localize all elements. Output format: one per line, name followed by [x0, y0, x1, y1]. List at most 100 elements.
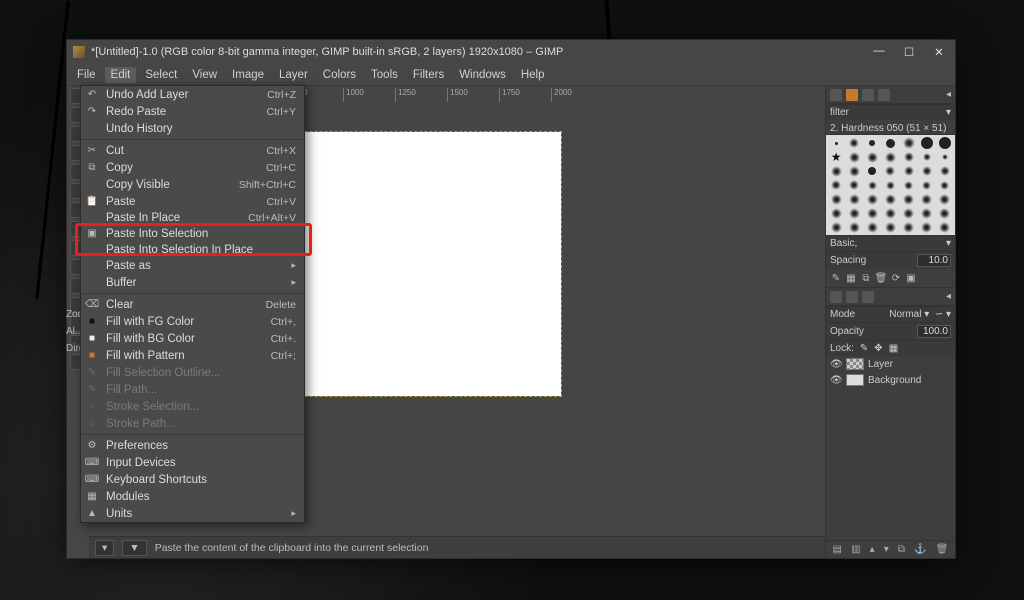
brush-preset[interactable] — [845, 192, 863, 206]
dock-menu-icon[interactable]: ◂ — [946, 291, 951, 302]
layer-group-icon[interactable]: ▥ — [851, 544, 860, 555]
menu-item-fill-with-fg-color[interactable]: ■Fill with FG ColorCtrl+, — [81, 313, 304, 330]
brush-preset[interactable] — [863, 206, 881, 220]
menu-item-paste-into-selection-in-place[interactable]: Paste Into Selection In Place — [81, 242, 304, 257]
brush-preset[interactable] — [936, 192, 954, 206]
brush-preset[interactable] — [845, 206, 863, 220]
new-layer-icon[interactable]: ▤ — [833, 544, 842, 555]
menu-item-cut[interactable]: ✂CutCtrl+X — [81, 142, 304, 159]
brush-preset[interactable] — [918, 178, 936, 192]
menu-item-paste[interactable]: 📋PasteCtrl+V — [81, 193, 304, 210]
brush-preset[interactable] — [881, 220, 899, 234]
menu-item-redo-paste[interactable]: ↷Redo PasteCtrl+Y — [81, 103, 304, 120]
menu-image[interactable]: Image — [226, 67, 270, 83]
brush-preset[interactable] — [827, 220, 845, 234]
menu-file[interactable]: File — [71, 67, 102, 83]
lower-layer-icon[interactable]: ▾ — [884, 544, 889, 555]
brush-preset[interactable] — [936, 136, 954, 150]
brush-preset[interactable] — [918, 150, 936, 164]
brush-preset[interactable] — [845, 150, 863, 164]
brush-grid[interactable]: ★ — [826, 135, 955, 235]
brush-preset[interactable] — [863, 164, 881, 178]
menu-tools[interactable]: Tools — [365, 67, 404, 83]
visibility-icon[interactable]: 👁 — [830, 375, 842, 386]
menu-item-paste-in-place[interactable]: Paste In PlaceCtrl+Alt+V — [81, 210, 304, 225]
delete-layer-icon[interactable]: 🗑 — [936, 544, 949, 555]
anchor-icon[interactable]: ⚓ — [914, 544, 926, 555]
menu-item-fill-with-bg-color[interactable]: ■Fill with BG ColorCtrl+. — [81, 330, 304, 347]
dup-icon[interactable]: ⧉ — [860, 272, 872, 284]
dock-tab[interactable] — [862, 89, 874, 101]
menu-item-undo-history[interactable]: Undo History — [81, 120, 304, 137]
brush-preset[interactable] — [936, 150, 954, 164]
lock-position-icon[interactable]: ✥ — [874, 343, 882, 354]
brush-preset[interactable] — [863, 220, 881, 234]
open-icon[interactable]: ▣ — [905, 272, 917, 284]
lock-pixels-icon[interactable]: ✎ — [860, 343, 868, 354]
maximize-button[interactable]: ☐ — [899, 45, 919, 59]
menu-item-clear[interactable]: ⌫ClearDelete — [81, 296, 304, 313]
brush-preset[interactable] — [881, 178, 899, 192]
menu-colors[interactable]: Colors — [317, 67, 362, 83]
brush-preset[interactable] — [845, 164, 863, 178]
menu-item-keyboard-shortcuts[interactable]: ⌨Keyboard Shortcuts — [81, 471, 304, 488]
mode-value[interactable]: Normal — [889, 309, 921, 320]
dock-tab[interactable] — [830, 291, 842, 303]
filter-row[interactable]: filter ▾ — [826, 104, 955, 120]
dup-layer-icon[interactable]: ⧉ — [898, 544, 905, 555]
layer-row[interactable]: 👁 Layer — [826, 356, 955, 372]
brush-preset[interactable] — [900, 150, 918, 164]
menu-item-undo-add-layer[interactable]: ↶Undo Add LayerCtrl+Z — [81, 86, 304, 103]
brush-preset[interactable] — [845, 220, 863, 234]
preset-selector[interactable]: Basic,▾ — [826, 235, 955, 251]
opacity-input[interactable] — [917, 325, 951, 338]
new-icon[interactable]: ▦ — [845, 272, 857, 284]
menu-select[interactable]: Select — [139, 67, 183, 83]
brush-preset[interactable] — [827, 206, 845, 220]
brush-preset[interactable] — [918, 136, 936, 150]
refresh-icon[interactable]: ⟳ — [890, 272, 902, 284]
dock-tab[interactable] — [862, 291, 874, 303]
brush-preset[interactable] — [827, 178, 845, 192]
brush-preset[interactable] — [863, 178, 881, 192]
brush-preset[interactable] — [845, 178, 863, 192]
menu-layer[interactable]: Layer — [273, 67, 314, 83]
brush-preset[interactable] — [936, 164, 954, 178]
brush-preset[interactable] — [918, 206, 936, 220]
menu-item-fill-with-pattern[interactable]: ■Fill with PatternCtrl+; — [81, 347, 304, 364]
dock-tab[interactable] — [846, 291, 858, 303]
del-icon[interactable]: 🗑 — [875, 272, 887, 284]
brush-preset[interactable] — [881, 164, 899, 178]
menu-item-copy-visible[interactable]: Copy VisibleShift+Ctrl+C — [81, 176, 304, 193]
close-button[interactable]: ✕ — [929, 45, 949, 59]
brush-preset[interactable] — [900, 220, 918, 234]
layer-row[interactable]: 👁 Background — [826, 372, 955, 388]
brush-preset[interactable] — [881, 150, 899, 164]
dock-menu-icon[interactable]: ◂ — [946, 89, 951, 100]
dock-tab[interactable] — [830, 89, 842, 101]
titlebar[interactable]: *[Untitled]-1.0 (RGB color 8-bit gamma i… — [67, 40, 955, 64]
brush-preset[interactable] — [900, 206, 918, 220]
brush-preset[interactable] — [863, 136, 881, 150]
brush-preset[interactable] — [881, 206, 899, 220]
brush-preset[interactable] — [936, 178, 954, 192]
brush-preset[interactable]: ★ — [827, 150, 845, 164]
edit-icon[interactable]: ✎ — [830, 272, 842, 284]
brush-preset[interactable] — [881, 136, 899, 150]
brush-preset[interactable] — [918, 220, 936, 234]
brush-preset[interactable] — [827, 136, 845, 150]
brush-preset[interactable] — [900, 178, 918, 192]
brush-preset[interactable] — [900, 164, 918, 178]
brush-preset[interactable] — [936, 220, 954, 234]
brush-preset[interactable] — [881, 192, 899, 206]
brush-preset[interactable] — [900, 136, 918, 150]
brush-preset[interactable] — [900, 192, 918, 206]
menu-item-units[interactable]: ▲Units▸ — [81, 505, 304, 522]
menu-help[interactable]: Help — [515, 67, 551, 83]
menu-item-paste-as[interactable]: Paste as▸ — [81, 257, 304, 274]
menu-item-paste-into-selection[interactable]: ▣Paste Into Selection — [81, 225, 304, 242]
menu-item-buffer[interactable]: Buffer▸ — [81, 274, 304, 291]
raise-layer-icon[interactable]: ▴ — [870, 544, 875, 555]
minimize-button[interactable]: — — [869, 45, 889, 59]
menu-item-modules[interactable]: ▦Modules — [81, 488, 304, 505]
